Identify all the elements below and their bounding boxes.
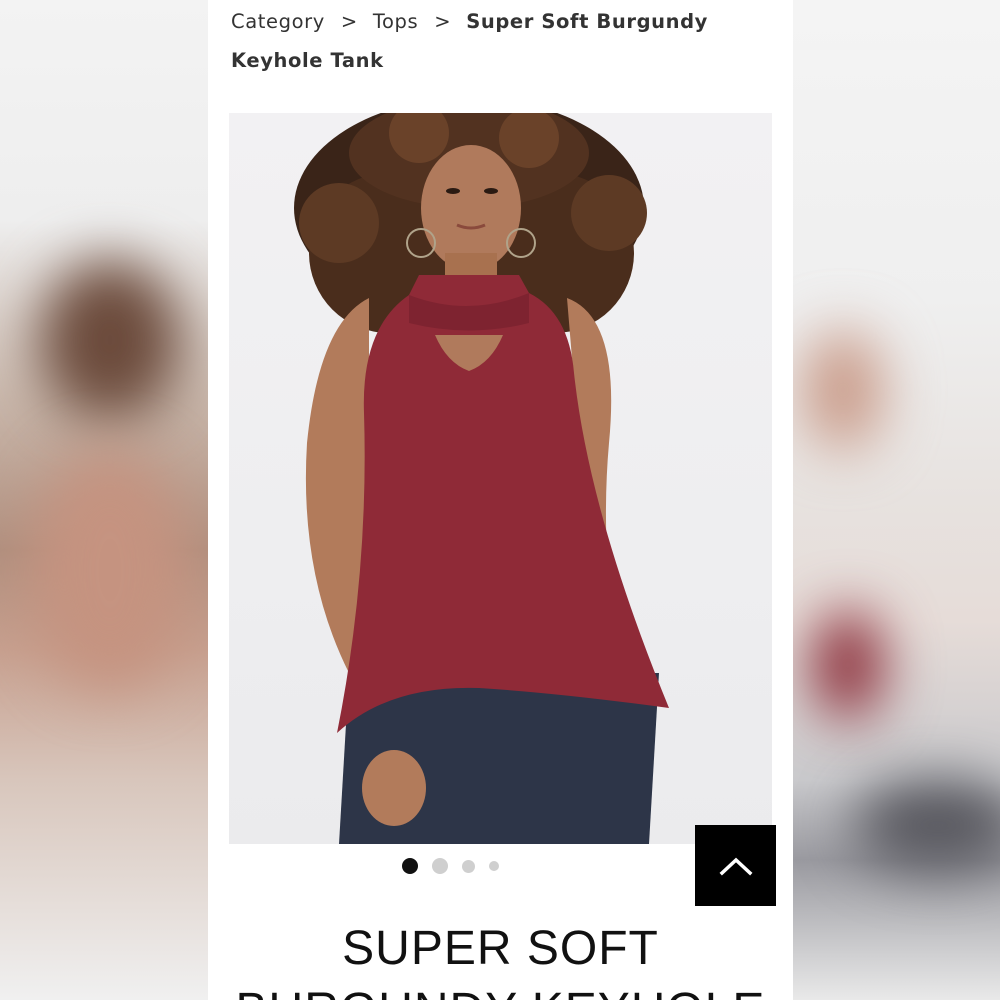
face <box>421 145 521 271</box>
chevron-up-icon <box>719 857 752 875</box>
product-photo <box>294 113 669 844</box>
burgundy-tank <box>337 275 669 733</box>
product-image[interactable] <box>229 113 772 844</box>
breadcrumb-separator: > <box>340 10 358 33</box>
carousel-dot-3[interactable] <box>462 859 475 873</box>
product-page: Category > Tops > Super Soft Burgundy Keyhol… <box>208 0 793 1000</box>
blurred-background-right <box>793 0 1000 1000</box>
carousel-dot-1[interactable] <box>402 858 418 874</box>
breadcrumb-category[interactable]: Category <box>231 10 325 33</box>
carousel-dot-4[interactable] <box>489 861 499 871</box>
product-title: SUPER SOFT BURGUNDY KEYHOLE <box>236 922 765 1000</box>
blurred-background-left <box>0 0 208 1000</box>
breadcrumb-tops[interactable]: Tops <box>373 10 418 33</box>
breadcrumb-separator: > <box>434 10 452 33</box>
breadcrumb: Category > Tops > Super Soft Burgundy Keyhol… <box>231 2 751 80</box>
carousel-dot-2[interactable] <box>432 858 448 874</box>
back-to-top-button[interactable] <box>695 825 776 906</box>
